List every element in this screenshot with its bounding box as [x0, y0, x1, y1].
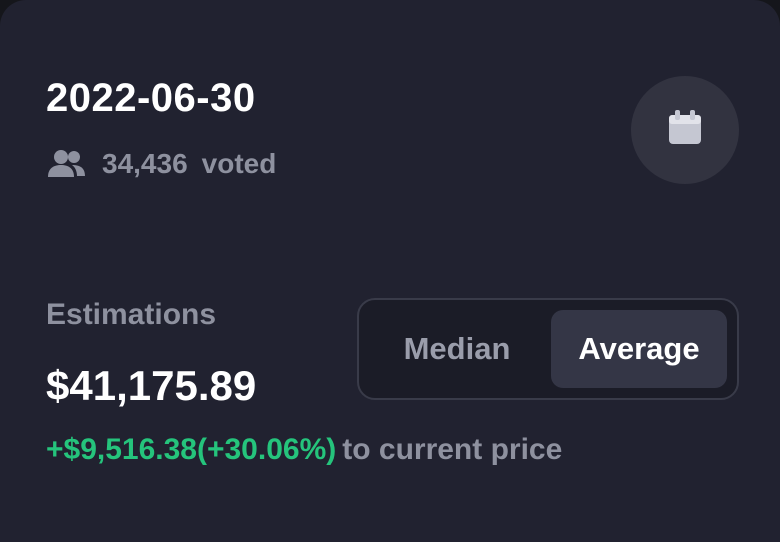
toggle-option-median[interactable]: Median — [369, 310, 545, 388]
estimation-value: $41,175.89 — [46, 362, 257, 409]
voters-label: voted — [201, 148, 277, 179]
price-change: +$9,516.38(+30.06%) — [46, 433, 337, 466]
voters-count: 34,436 — [102, 148, 188, 179]
calendar-button[interactable] — [631, 76, 739, 184]
toggle-option-average[interactable]: Average — [551, 310, 727, 388]
estimations-label: Estimations — [46, 298, 217, 331]
users-icon — [46, 149, 88, 179]
estimation-mode-toggle: Median Average — [357, 298, 739, 400]
price-change-row: +$9,516.38(+30.06%) to current price — [46, 433, 562, 467]
prediction-date: 2022-06-30 — [46, 76, 256, 120]
price-change-suffix: to current price — [342, 433, 563, 466]
prediction-card: 2022-06-30 34,436 voted Estimations $41,… — [0, 0, 780, 542]
voters-row: 34,436 voted — [46, 146, 276, 182]
calendar-icon — [666, 109, 704, 152]
